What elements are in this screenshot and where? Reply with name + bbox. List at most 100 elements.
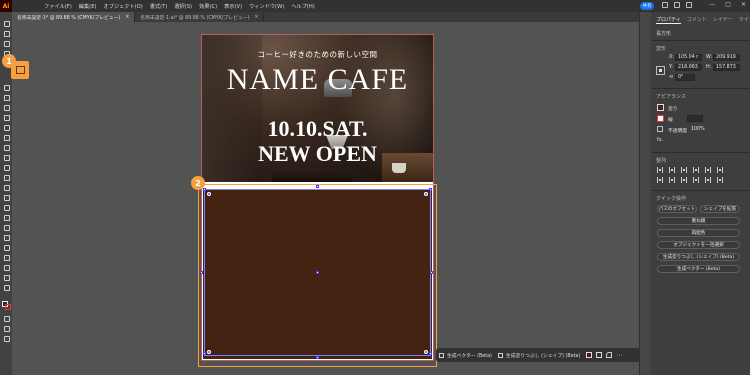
rotate-tool-icon[interactable] (3, 154, 10, 161)
line-tool-icon[interactable] (3, 224, 10, 231)
pen-tool-icon[interactable] (3, 94, 10, 101)
more-options-icon[interactable]: ⋯ (616, 352, 622, 359)
gradient-tool-icon[interactable] (3, 204, 10, 211)
handle-top-right[interactable] (429, 188, 432, 191)
eyedropper-tool-icon[interactable] (3, 254, 10, 261)
expand-shape-button[interactable]: シェイプを拡張 (700, 205, 740, 213)
distribute-bottom-icon[interactable] (717, 177, 723, 183)
handle-bottom-center[interactable] (316, 356, 319, 359)
angle-field[interactable]: 0° (675, 74, 695, 81)
tab-libraries[interactable]: ライブラリ (739, 16, 750, 24)
y-field[interactable]: 218.063 (675, 64, 702, 71)
offset-path-button[interactable]: パスのオフセット (657, 205, 697, 213)
generative-vector-panel-button[interactable]: 生成ベクター (Beta) (657, 265, 740, 273)
handle-top-center[interactable] (316, 185, 319, 188)
opacity-value[interactable]: 100% (691, 127, 705, 132)
corner-widget-bottom-right[interactable] (424, 350, 428, 354)
scale-tool-icon[interactable] (3, 164, 10, 171)
type-tool-icon[interactable] (3, 214, 10, 221)
shape-builder-tool-icon[interactable] (3, 194, 10, 201)
ctx-fill-swatch[interactable] (586, 352, 593, 358)
direct-selection-tool-icon[interactable] (3, 30, 10, 37)
h-field[interactable]: 157.873 (713, 64, 740, 71)
recolor-button[interactable]: 再配色 (657, 229, 740, 237)
menu-window[interactable]: ウィンドウ(W) (249, 3, 284, 10)
fx-icon[interactable]: fx. (657, 138, 663, 143)
menu-view[interactable]: 表示(V) (224, 3, 242, 10)
stroke-color-swatch[interactable] (657, 115, 664, 122)
eraser-tool-icon[interactable] (3, 144, 10, 151)
share-button[interactable]: 共有 (640, 2, 654, 10)
distribute-left-icon[interactable] (657, 177, 663, 183)
arrange-docs-icon[interactable] (686, 2, 692, 8)
handle-middle-left[interactable] (200, 271, 203, 274)
maximize-icon[interactable]: □ (725, 1, 731, 8)
tab-comments[interactable]: コメント (687, 16, 707, 24)
tab-document-2[interactable]: 名称未設定-1.ai* @ 89.88 % (CMYK/プレビュー) × (135, 12, 265, 22)
ctx-stroke-swatch[interactable] (596, 352, 603, 358)
artboard-tool-icon[interactable] (3, 284, 10, 291)
menu-file[interactable]: ファイル(F) (44, 3, 72, 10)
width-tool-icon[interactable] (3, 174, 10, 181)
brown-rectangle[interactable] (203, 189, 432, 359)
fill-stroke-swatches[interactable] (2, 301, 11, 310)
handle-center-point[interactable] (316, 271, 319, 274)
workspace-icon[interactable] (674, 2, 680, 8)
ellipse-tool-icon[interactable] (3, 84, 10, 91)
menu-effect[interactable]: 効果(C) (199, 3, 217, 10)
graph-tool-icon[interactable] (3, 274, 10, 281)
align-middle-icon[interactable] (705, 167, 711, 173)
distribute-center-icon[interactable] (669, 177, 675, 183)
brush-tool-icon[interactable] (3, 124, 10, 131)
distribute-middle-icon[interactable] (705, 177, 711, 183)
more-tools-icon[interactable] (3, 335, 10, 342)
menu-edit[interactable]: 編集(E) (79, 3, 97, 10)
menu-object[interactable]: オブジェクト(O) (104, 3, 143, 10)
handle-bottom-left[interactable] (203, 352, 206, 355)
corner-widget-top-left[interactable] (207, 192, 211, 196)
distribute-right-icon[interactable] (681, 177, 687, 183)
free-transform-tool-icon[interactable] (3, 184, 10, 191)
handle-middle-right[interactable] (430, 271, 433, 274)
x-field[interactable]: 105.04 r (675, 54, 702, 61)
arrange-button[interactable]: 重ね順 (657, 217, 740, 225)
stroke-weight-field[interactable] (687, 115, 703, 122)
menu-select[interactable]: 選択(S) (174, 3, 192, 10)
align-center-icon[interactable] (669, 167, 675, 173)
zoom-tool-icon[interactable] (3, 234, 10, 241)
corner-widget-top-right[interactable] (424, 192, 428, 196)
align-right-icon[interactable] (681, 167, 687, 173)
poster-tagline[interactable]: コーヒー好きのための新しい空間 (202, 49, 433, 60)
pencil-tool-icon[interactable] (3, 114, 10, 121)
poster-date[interactable]: 10.10.SAT. (202, 116, 433, 142)
w-field[interactable]: 209.919 (713, 54, 740, 61)
tab-document-1[interactable]: 名称未設定-1* @ 89.88 % (CMYK/プレビュー) × (12, 12, 136, 22)
align-top-icon[interactable] (693, 167, 699, 173)
menu-type[interactable]: 書式(T) (150, 3, 168, 10)
generative-fill-shape-button[interactable]: 生成塗りつぶし (シェイプ) (Beta) (657, 253, 740, 261)
generative-fill-button[interactable]: 生成塗りつぶし (シェイプ) (Beta) (497, 352, 580, 359)
stroke-swatch[interactable] (5, 304, 11, 310)
symbol-sprayer-tool-icon[interactable] (3, 264, 10, 271)
blob-brush-tool-icon[interactable] (3, 134, 10, 141)
corner-widget-bottom-left[interactable] (207, 350, 211, 354)
close-icon[interactable]: ✕ (741, 1, 746, 8)
handle-bottom-right[interactable] (429, 352, 432, 355)
selection-tool-icon[interactable] (3, 20, 10, 27)
curvature-tool-icon[interactable] (3, 104, 10, 111)
distribute-top-icon[interactable] (693, 177, 699, 183)
generative-vector-button[interactable]: 生成ベクター (Beta) (439, 352, 492, 359)
reference-point-icon[interactable] (656, 66, 665, 75)
handle-top-left[interactable] (203, 188, 206, 191)
tab-properties[interactable]: プロパティ (656, 16, 681, 24)
menu-help[interactable]: ヘルプ(H) (291, 3, 315, 10)
draw-mode-icon[interactable] (3, 315, 10, 322)
hand-tool-icon[interactable] (3, 244, 10, 251)
poster-open-text[interactable]: NEW OPEN (202, 141, 433, 167)
align-left-icon[interactable] (657, 167, 663, 173)
tab-close-icon[interactable]: × (125, 15, 129, 20)
tab-layers[interactable]: レイヤー (713, 16, 733, 24)
select-same-button[interactable]: オブジェクトを一括選択 (657, 241, 740, 249)
tab-close-icon[interactable]: × (254, 15, 258, 20)
fill-color-swatch[interactable] (657, 104, 664, 111)
